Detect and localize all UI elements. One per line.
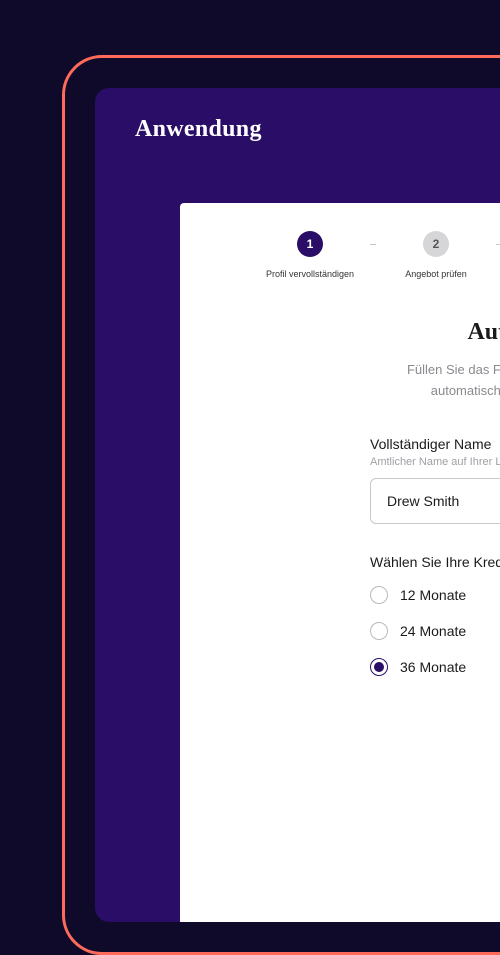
step-2[interactable]: 2 Angebot prüfen [376,231,496,279]
subtitle-line-2: automatischen Kreditantrag noch heute zu… [431,383,500,398]
name-field-hint: Amtlicher Name auf Ihrer Lizenz [370,456,500,468]
step-circle-1: 1 [297,231,323,257]
radio-option-12[interactable]: 12 Monate [370,586,500,604]
app-title: Anwendung [135,116,262,143]
step-1[interactable]: 1 Profil vervollständigen [250,231,370,279]
name-field-label: Vollständiger Name [370,436,500,452]
radio-label: 12 Monate [400,587,466,603]
subtitle-line-1: Füllen Sie das Formular aus, um die Gene… [407,362,500,377]
step-label-2: Angebot prüfen [405,269,467,279]
form-section: Automatischer Kredit Füllen Sie das Form… [280,319,500,676]
terms-radio-group: 12 Monate 24 Monate 36 Monate [370,586,500,676]
stepper: 1 Profil vervollständigen 2 Angebot prüf… [250,231,500,279]
form-block: Vollständiger Name Amtlicher Name auf Ih… [370,436,500,676]
content-card: 1 Profil vervollständigen 2 Angebot prüf… [180,203,500,922]
section-subtitle: Füllen Sie das Formular aus, um die Gene… [280,360,500,402]
name-input[interactable] [370,478,500,524]
radio-label: 24 Monate [400,623,466,639]
section-title: Automatischer Kredit [280,319,500,346]
step-label-1: Profil vervollständigen [266,269,354,279]
step-connector [496,244,500,245]
app-header: Anwendung Investieren Rechnung bezahlen [95,88,500,163]
radio-icon [370,622,388,640]
radio-option-24[interactable]: 24 Monate [370,622,500,640]
step-circle-2: 2 [423,231,449,257]
tablet-frame: Anwendung Investieren Rechnung bezahlen … [62,55,500,955]
app-window: Anwendung Investieren Rechnung bezahlen … [95,88,500,922]
radio-icon [370,586,388,604]
terms-question: Wählen Sie Ihre Kreditbedingungen [370,554,500,570]
